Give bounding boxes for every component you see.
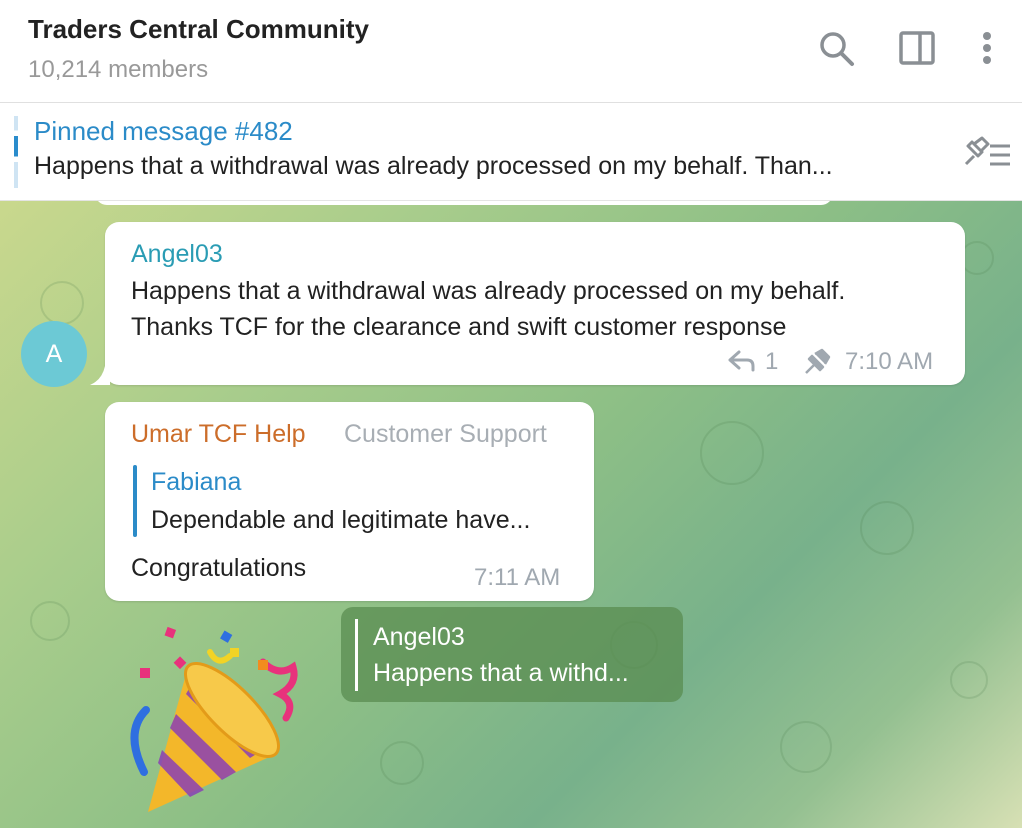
sender-name[interactable]: Umar TCF Help	[131, 420, 306, 449]
sidebar-toggle-icon[interactable]	[897, 28, 937, 68]
reply-preview-text: Happens that a withd...	[373, 659, 629, 687]
message-text: Congratulations	[131, 554, 307, 582]
avatar[interactable]: A	[21, 321, 87, 387]
message-line: Thanks TCF for the clearance and swift c…	[131, 313, 787, 341]
chat-title[interactable]: Traders Central Community	[28, 14, 369, 45]
reply-preview[interactable]: Angel03 Happens that a withd...	[341, 607, 683, 702]
search-icon[interactable]	[816, 28, 856, 68]
sender-name[interactable]: Angel03	[131, 240, 223, 269]
message-time: 7:11 AM	[474, 564, 561, 591]
pinned-title: Pinned message #482	[34, 116, 293, 146]
more-menu-icon[interactable]	[967, 28, 1007, 68]
quote-author[interactable]: Fabiana	[151, 468, 241, 497]
pinned-indicator	[14, 116, 18, 188]
message-time: 7:10 AM	[845, 348, 934, 375]
quote-text[interactable]: Dependable and legitimate have...	[151, 502, 530, 538]
pinned-text: Happens that a withdrawal was already pr…	[34, 152, 833, 180]
reply-preview-bar	[355, 619, 358, 691]
party-popper-sticker[interactable]	[118, 622, 318, 822]
pin-icon	[803, 348, 831, 376]
sender-role: Customer Support	[344, 420, 547, 448]
bubble-tail	[90, 366, 110, 385]
reply-preview-name: Angel03	[373, 623, 465, 651]
reply-icon[interactable]	[727, 348, 757, 374]
pinned-list-icon[interactable]	[958, 134, 1014, 174]
message-line: Happens that a withdrawal was already pr…	[131, 277, 846, 305]
message-bubble[interactable]: Umar TCF Help Customer Support Fabiana D…	[105, 402, 594, 601]
reply-count[interactable]: 1	[765, 348, 778, 376]
message-bubble[interactable]: Angel03 Happens that a withdrawal was al…	[105, 222, 965, 385]
chat-header: Traders Central Community 10,214 members	[0, 0, 1022, 103]
quote-bar	[133, 465, 137, 537]
member-count: 10,214 members	[28, 56, 209, 83]
